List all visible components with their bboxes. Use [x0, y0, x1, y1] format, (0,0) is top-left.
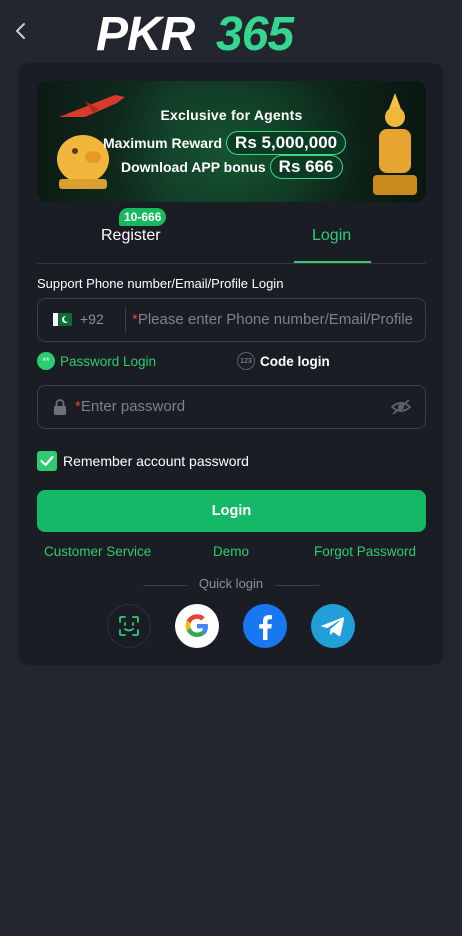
phone-email-input[interactable]: *Please enter Phone number/Email/Profile [132, 311, 420, 328]
pakistan-flag-icon[interactable] [53, 313, 72, 326]
back-arrow-icon[interactable] [10, 18, 32, 44]
banner-app-bonus: Download APP bonus Rs 666 [121, 155, 343, 179]
tab-login-label: Login [312, 227, 352, 244]
telegram-icon [321, 617, 345, 637]
demo-link[interactable]: Demo [213, 544, 249, 559]
banner-max-reward-value: Rs 5,000,000 [226, 131, 347, 155]
tab-login[interactable]: Login [312, 227, 351, 245]
google-icon [185, 614, 208, 637]
field-divider [125, 307, 126, 333]
banner-app-bonus-label: Download APP bonus [121, 159, 266, 175]
facebook-login-button[interactable] [243, 604, 287, 648]
customer-service-link[interactable]: Customer Service [44, 544, 151, 559]
banner-app-bonus-value: Rs 666 [269, 155, 343, 179]
login-card: Exclusive for Agents Maximum Reward Rs 5… [19, 63, 443, 665]
face-id-login-button[interactable] [107, 604, 151, 648]
password-field[interactable]: *Enter password [37, 385, 426, 429]
tab-register[interactable]: Register [101, 227, 161, 245]
svg-text:PKR: PKR [96, 8, 196, 58]
quick-login-line-right [275, 585, 319, 586]
forgot-password-link[interactable]: Forgot Password [314, 544, 416, 559]
login-mode-selector: ** Password Login 123 Code login [37, 352, 426, 372]
code-login-option[interactable]: 123 Code login [237, 352, 330, 370]
remember-password-checkbox[interactable]: Remember account password [37, 451, 249, 471]
golden-figure-icon [373, 93, 417, 195]
auth-tabs: Register 10-666 Login [37, 208, 426, 264]
remember-label: Remember account password [63, 453, 249, 469]
svg-text:365: 365 [216, 8, 295, 58]
register-bonus-badge: 10-666 [119, 208, 167, 226]
quick-login-line-left [143, 585, 187, 586]
banner-title: Exclusive for Agents [160, 107, 303, 123]
banner-max-reward: Maximum Reward Rs 5,000,000 [103, 131, 347, 155]
promo-banner[interactable]: Exclusive for Agents Maximum Reward Rs 5… [37, 81, 426, 202]
code-login-label: Code login [260, 353, 330, 369]
password-login-label: Password Login [60, 353, 157, 369]
login-button[interactable]: Login [37, 490, 426, 532]
country-code[interactable]: +92 [80, 311, 104, 327]
password-login-option[interactable]: ** Password Login [37, 352, 156, 370]
banner-max-reward-label: Maximum Reward [103, 135, 223, 151]
password-login-icon: ** [37, 352, 55, 370]
telegram-login-button[interactable] [311, 604, 355, 648]
pkr365-logo: PKR 365 [96, 8, 296, 58]
tab-register-label: Register [101, 227, 161, 244]
eye-hidden-icon[interactable] [390, 397, 412, 417]
footer-links: Customer Service Demo Forgot Password [19, 544, 443, 562]
active-tab-indicator [294, 261, 371, 263]
quick-login-label: Quick login [198, 576, 264, 591]
face-id-icon [119, 616, 139, 636]
support-login-text: Support Phone number/Email/Profile Login [37, 276, 284, 291]
code-login-icon: 123 [237, 352, 255, 370]
checkbox-checked-icon[interactable] [37, 451, 57, 471]
quick-login-heading: Quick login [19, 576, 443, 591]
password-input[interactable]: *Enter password [75, 398, 185, 415]
google-login-button[interactable] [175, 604, 219, 648]
facebook-icon [259, 615, 272, 640]
lock-icon [54, 399, 66, 415]
top-bar: PKR 365 [0, 0, 462, 64]
phone-email-field[interactable]: +92 *Please enter Phone number/Email/Pro… [37, 298, 426, 342]
